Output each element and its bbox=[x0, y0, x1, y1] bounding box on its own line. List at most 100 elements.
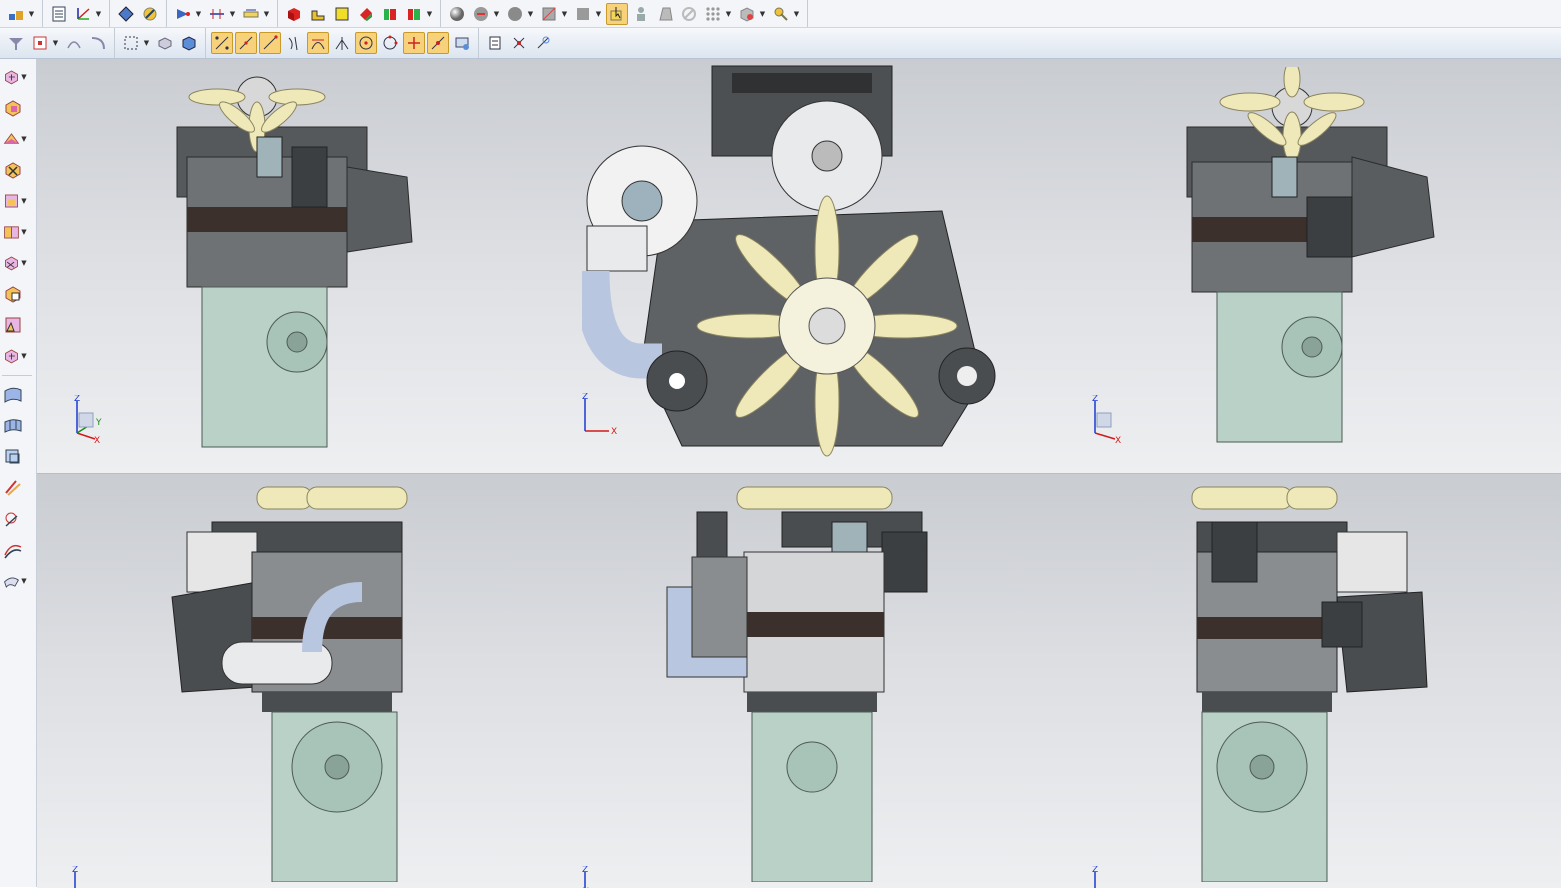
material-icon[interactable] bbox=[504, 3, 526, 25]
midpoint-icon[interactable] bbox=[235, 32, 257, 54]
studio-surface-icon[interactable] bbox=[2, 506, 30, 532]
chevron-down-icon[interactable]: ▼ bbox=[759, 3, 766, 25]
intersection-icon[interactable] bbox=[283, 32, 305, 54]
pattern-face-icon[interactable]: ▼ bbox=[2, 219, 30, 245]
face-icon[interactable] bbox=[572, 3, 594, 25]
draft-face-icon[interactable] bbox=[2, 312, 30, 338]
measure-icon[interactable] bbox=[206, 3, 228, 25]
person-icon[interactable] bbox=[630, 3, 652, 25]
quadrant-icon[interactable] bbox=[379, 32, 401, 54]
chevron-down-icon[interactable]: ▼ bbox=[229, 3, 236, 25]
delete-face-icon[interactable] bbox=[2, 157, 30, 183]
select-face-icon[interactable] bbox=[606, 2, 628, 25]
no-entry-icon[interactable] bbox=[678, 3, 700, 25]
chevron-down-icon[interactable]: ▼ bbox=[21, 349, 27, 363]
curve-rule-icon[interactable] bbox=[63, 32, 85, 54]
rectangle-select-icon[interactable] bbox=[120, 32, 142, 54]
grid-snap-icon[interactable] bbox=[451, 32, 473, 54]
triad-y-label: Y bbox=[95, 418, 102, 428]
mirror-face-icon[interactable]: ▼ bbox=[2, 250, 30, 276]
point-on-face-icon[interactable] bbox=[427, 32, 449, 54]
chevron-down-icon[interactable]: ▼ bbox=[28, 3, 35, 25]
engine-view-left[interactable] bbox=[162, 482, 412, 882]
toolbar-group-nav: ▼ bbox=[43, 0, 110, 27]
engine-view-back[interactable] bbox=[662, 482, 942, 882]
copy-csys-icon[interactable] bbox=[508, 32, 530, 54]
chevron-down-icon[interactable]: ▼ bbox=[21, 574, 27, 588]
chevron-down-icon[interactable]: ▼ bbox=[143, 32, 150, 54]
csys-triad-icon: Z X bbox=[1092, 395, 1121, 445]
rotate-csys-icon[interactable] bbox=[532, 32, 554, 54]
shading-icon[interactable] bbox=[470, 3, 492, 25]
snap-point-icon[interactable] bbox=[29, 32, 51, 54]
chevron-down-icon[interactable]: ▼ bbox=[21, 256, 27, 270]
render-icon[interactable] bbox=[283, 3, 305, 25]
dots-icon[interactable] bbox=[702, 3, 724, 25]
chevron-down-icon[interactable]: ▼ bbox=[21, 194, 27, 208]
select-solid-icon[interactable] bbox=[178, 32, 200, 54]
styled-sweep-icon[interactable]: ▼ bbox=[2, 568, 30, 594]
offset-region-icon[interactable] bbox=[2, 95, 30, 121]
chevron-down-icon[interactable]: ▼ bbox=[561, 3, 568, 25]
chevron-down-icon[interactable]: ▼ bbox=[95, 3, 102, 25]
move-face-icon[interactable]: ▼ bbox=[2, 64, 30, 90]
chevron-down-icon[interactable]: ▼ bbox=[263, 3, 270, 25]
center-icon[interactable] bbox=[355, 32, 377, 54]
chevron-down-icon[interactable]: ▼ bbox=[195, 3, 202, 25]
mesh-surface-icon[interactable] bbox=[2, 413, 30, 439]
triad-z-label: Z bbox=[582, 393, 588, 402]
point-on-curve-icon[interactable] bbox=[331, 32, 353, 54]
select-body-icon[interactable] bbox=[154, 32, 176, 54]
engine-view-trimetric-left[interactable] bbox=[157, 67, 427, 452]
replace-face-icon[interactable]: ▼ bbox=[2, 126, 30, 152]
engine-view-trimetric-right[interactable] bbox=[1172, 67, 1447, 452]
sweep-icon[interactable] bbox=[2, 475, 30, 501]
show-hide-icon[interactable] bbox=[172, 3, 194, 25]
grid-icon[interactable] bbox=[654, 3, 676, 25]
sweep-curve-icon[interactable] bbox=[87, 32, 109, 54]
tangent-icon[interactable] bbox=[307, 32, 329, 54]
blend-icon[interactable] bbox=[2, 537, 30, 563]
datum-csys-icon[interactable] bbox=[72, 3, 94, 25]
control-point-icon[interactable] bbox=[259, 32, 281, 54]
chevron-down-icon[interactable]: ▼ bbox=[493, 3, 500, 25]
snap-icon[interactable] bbox=[139, 3, 161, 25]
chevron-down-icon[interactable]: ▼ bbox=[426, 3, 433, 25]
dimension-icon[interactable] bbox=[240, 3, 262, 25]
engine-view-right[interactable] bbox=[1187, 482, 1437, 882]
block-icon[interactable] bbox=[331, 3, 353, 25]
part-navigator-icon[interactable] bbox=[48, 3, 70, 25]
existing-point-icon[interactable] bbox=[403, 32, 425, 54]
feature-icon[interactable] bbox=[115, 3, 137, 25]
surface-icon[interactable] bbox=[2, 382, 30, 408]
chevron-down-icon[interactable]: ▼ bbox=[52, 32, 59, 54]
triad-z-label: Z bbox=[74, 395, 80, 404]
hole-icon[interactable] bbox=[355, 3, 377, 25]
section-icon[interactable] bbox=[538, 3, 560, 25]
chevron-down-icon[interactable]: ▼ bbox=[595, 3, 602, 25]
sketch-icon[interactable] bbox=[5, 3, 27, 25]
chevron-down-icon[interactable]: ▼ bbox=[725, 3, 732, 25]
move-edge-icon[interactable]: ▼ bbox=[2, 343, 30, 369]
resize-face-icon[interactable]: ▼ bbox=[2, 188, 30, 214]
chevron-down-icon[interactable]: ▼ bbox=[21, 70, 27, 84]
chevron-down-icon[interactable]: ▼ bbox=[21, 132, 27, 146]
linear-dimension-icon[interactable] bbox=[2, 281, 30, 307]
chevron-down-icon[interactable]: ▼ bbox=[527, 3, 534, 25]
color-icon[interactable] bbox=[403, 3, 425, 25]
sphere-icon[interactable] bbox=[446, 3, 468, 25]
viewport-bottom-pane[interactable]: Z Y X Z Y X bbox=[37, 473, 1561, 888]
engine-view-front[interactable] bbox=[582, 61, 1022, 461]
through-curves-icon[interactable] bbox=[2, 444, 30, 470]
endpoint-icon[interactable] bbox=[211, 32, 233, 54]
graphics-window[interactable]: Z Y X Z X Z X Z Z Z bbox=[37, 59, 1561, 888]
extrude-icon[interactable] bbox=[307, 3, 329, 25]
viewport-top-pane[interactable]: Z Y X Z X Z X bbox=[37, 59, 1561, 473]
chevron-down-icon[interactable]: ▼ bbox=[793, 3, 800, 25]
draft-icon[interactable] bbox=[379, 3, 401, 25]
chevron-down-icon[interactable]: ▼ bbox=[21, 225, 27, 239]
key-icon[interactable] bbox=[770, 3, 792, 25]
selection-filter-icon[interactable] bbox=[5, 32, 27, 54]
view-cube-icon[interactable] bbox=[736, 3, 758, 25]
wave-link-icon[interactable] bbox=[484, 32, 506, 54]
